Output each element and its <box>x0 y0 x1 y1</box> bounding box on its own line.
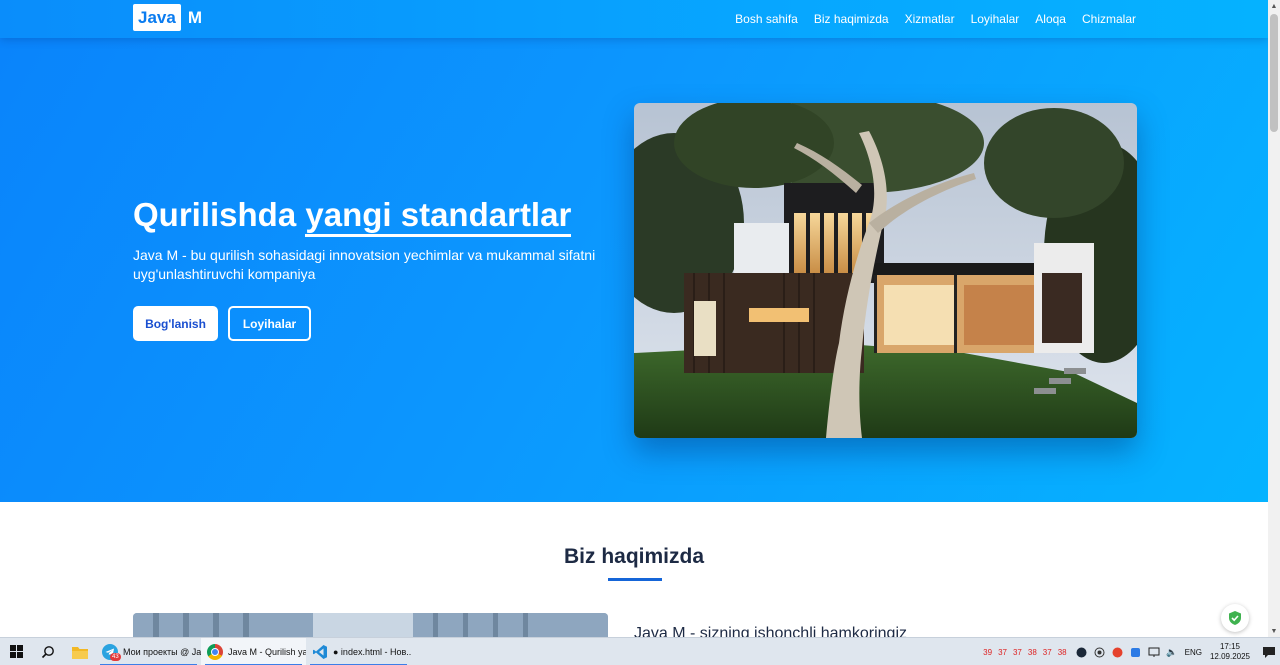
projects-button[interactable]: Loyihalar <box>228 306 311 341</box>
nav-link-about[interactable]: Biz haqimizda <box>814 12 889 26</box>
taskbar-app-label: Мои проекты @ Ja... <box>123 646 201 657</box>
logo-box: Java <box>133 4 181 31</box>
volume-icon[interactable]: 🔈 <box>1165 645 1179 659</box>
logo-suffix: M <box>187 7 202 27</box>
language-indicator[interactable]: ENG <box>1185 648 1202 657</box>
app-tray-icon[interactable] <box>1129 645 1143 659</box>
tray-number: 37 <box>1012 647 1022 657</box>
file-explorer-icon[interactable] <box>64 638 96 665</box>
shield-icon[interactable] <box>1221 604 1249 632</box>
telegram-badge: 43 <box>110 652 121 661</box>
tray-number: 38 <box>1027 647 1037 657</box>
vertical-scrollbar[interactable]: ▲ ▼ <box>1268 0 1280 637</box>
scroll-up-arrow-icon[interactable]: ▲ <box>1268 0 1280 12</box>
hero-title: Qurilishda yangi standartlar <box>133 196 572 237</box>
search-icon[interactable] <box>32 638 64 665</box>
taskbar-app-vscode[interactable]: ● index.html - Нов... <box>306 638 411 665</box>
tray-number: 39 <box>983 647 993 657</box>
tray-number: 38 <box>1057 647 1067 657</box>
hero-title-part1: Qurilishda <box>133 196 306 233</box>
nav-link-services[interactable]: Xizmatlar <box>905 12 955 26</box>
modern-house-photo <box>634 103 1137 438</box>
hero-description: Java M - bu qurilish sohasidagi innovats… <box>133 247 596 282</box>
browser-viewport: Java M Bosh sahifa Biz haqimizda Xizmatl… <box>0 0 1268 637</box>
about-title-underline <box>608 578 662 581</box>
about-title: Biz haqimizda <box>563 545 705 568</box>
notification-icon[interactable] <box>1258 638 1280 665</box>
scroll-thumb[interactable] <box>1270 14 1278 132</box>
taskbar-app-telegram[interactable]: 43 Мои проекты @ Ja... <box>96 638 201 665</box>
nav-menu: Bosh sahifa Biz haqimizda Xizmatlar Loyi… <box>735 0 1136 38</box>
windows-start-icon[interactable] <box>0 638 32 665</box>
network-icon[interactable] <box>1147 645 1161 659</box>
clock-date: 12.09.2025 <box>1209 652 1250 661</box>
steam-icon[interactable] <box>1075 645 1089 659</box>
hero-image <box>634 103 1137 438</box>
telegram-icon: 43 <box>102 643 121 661</box>
nav-link-home[interactable]: Bosh sahifa <box>735 12 798 26</box>
logo[interactable]: Java M <box>133 4 202 31</box>
about-image <box>133 613 608 637</box>
system-tray: 39 37 37 38 37 38 🔈 ENG 17:15 12.09.2025 <box>983 638 1280 665</box>
about-subtitle: Java M - sizning ishonchli hamkoringiz <box>634 625 907 637</box>
taskbar-app-label: ● index.html - Нов... <box>333 646 411 657</box>
nav-link-projects[interactable]: Loyihalar <box>971 12 1020 26</box>
windows-taskbar: 43 Мои проекты @ Ja... Java M - Qurilish… <box>0 637 1280 665</box>
clock-time: 17:15 <box>1219 642 1240 651</box>
record-icon[interactable] <box>1093 645 1107 659</box>
tray-number: 37 <box>998 647 1007 657</box>
hero-title-highlight: yangi standartlar <box>305 196 572 237</box>
tray-number: 37 <box>1042 647 1052 657</box>
building-photo <box>133 613 608 637</box>
scroll-down-arrow-icon[interactable]: ▼ <box>1268 625 1280 637</box>
contact-button[interactable]: Bog'lanish <box>133 306 218 341</box>
vscode-icon <box>312 644 328 660</box>
navbar: Java M Bosh sahifa Biz haqimizda Xizmatl… <box>0 0 1268 38</box>
taskbar-app-label: Java M - Qurilish ya... <box>228 646 306 657</box>
yandex-icon[interactable] <box>1111 645 1125 659</box>
nav-link-contact[interactable]: Aloqa <box>1035 12 1066 26</box>
clock[interactable]: 17:15 12.09.2025 <box>1210 642 1250 662</box>
nav-link-drawings[interactable]: Chizmalar <box>1082 12 1136 26</box>
taskbar-app-chrome[interactable]: Java M - Qurilish ya... <box>201 637 306 665</box>
hero-section: Qurilishda yangi standartlar Java M - bu… <box>0 38 1268 502</box>
tray-temperatures: 39 37 37 38 37 38 <box>983 648 1066 657</box>
chrome-icon <box>207 643 223 660</box>
